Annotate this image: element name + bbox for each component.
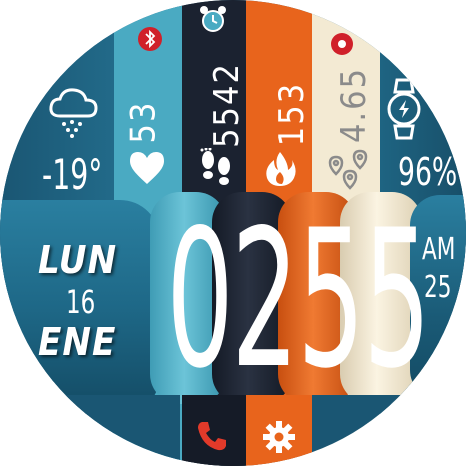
watch-face: -19° 53 5542 153 4.65 96% LUN 16 ENE 0 2… xyxy=(0,0,466,466)
time-hour-tens: 0 xyxy=(166,189,234,410)
footsteps-icon xyxy=(200,148,230,185)
date-day: 16 xyxy=(66,283,96,321)
battery-value: 96% xyxy=(398,150,458,194)
location-pins-icon xyxy=(328,149,368,190)
flame-icon xyxy=(266,152,296,186)
distance-value: 4.65 xyxy=(334,66,375,144)
heart-icon xyxy=(130,152,164,184)
steps-value: 5542 xyxy=(206,62,247,148)
date-month: ENE xyxy=(38,320,117,364)
weather-temperature: -19° xyxy=(42,150,103,199)
band-lower-left xyxy=(0,395,180,466)
gear-icon[interactable] xyxy=(262,420,296,454)
time-minute-ones: 5 xyxy=(363,189,431,410)
notification-dot-icon xyxy=(331,33,353,55)
heart-rate-value: 53 xyxy=(123,100,164,144)
time-hour-ones: 2 xyxy=(231,189,299,410)
date-weekday: LUN xyxy=(38,238,118,282)
time-seconds: 25 xyxy=(424,270,452,305)
time-minute-tens: 5 xyxy=(297,189,365,410)
cloud-snow-icon xyxy=(49,88,98,138)
time-ampm: AM xyxy=(422,232,456,267)
bluetooth-icon xyxy=(138,27,162,51)
phone-icon[interactable] xyxy=(194,418,230,454)
calories-value: 153 xyxy=(272,81,313,147)
alarm-clock-icon xyxy=(200,6,226,32)
watch-battery-icon xyxy=(387,78,421,140)
